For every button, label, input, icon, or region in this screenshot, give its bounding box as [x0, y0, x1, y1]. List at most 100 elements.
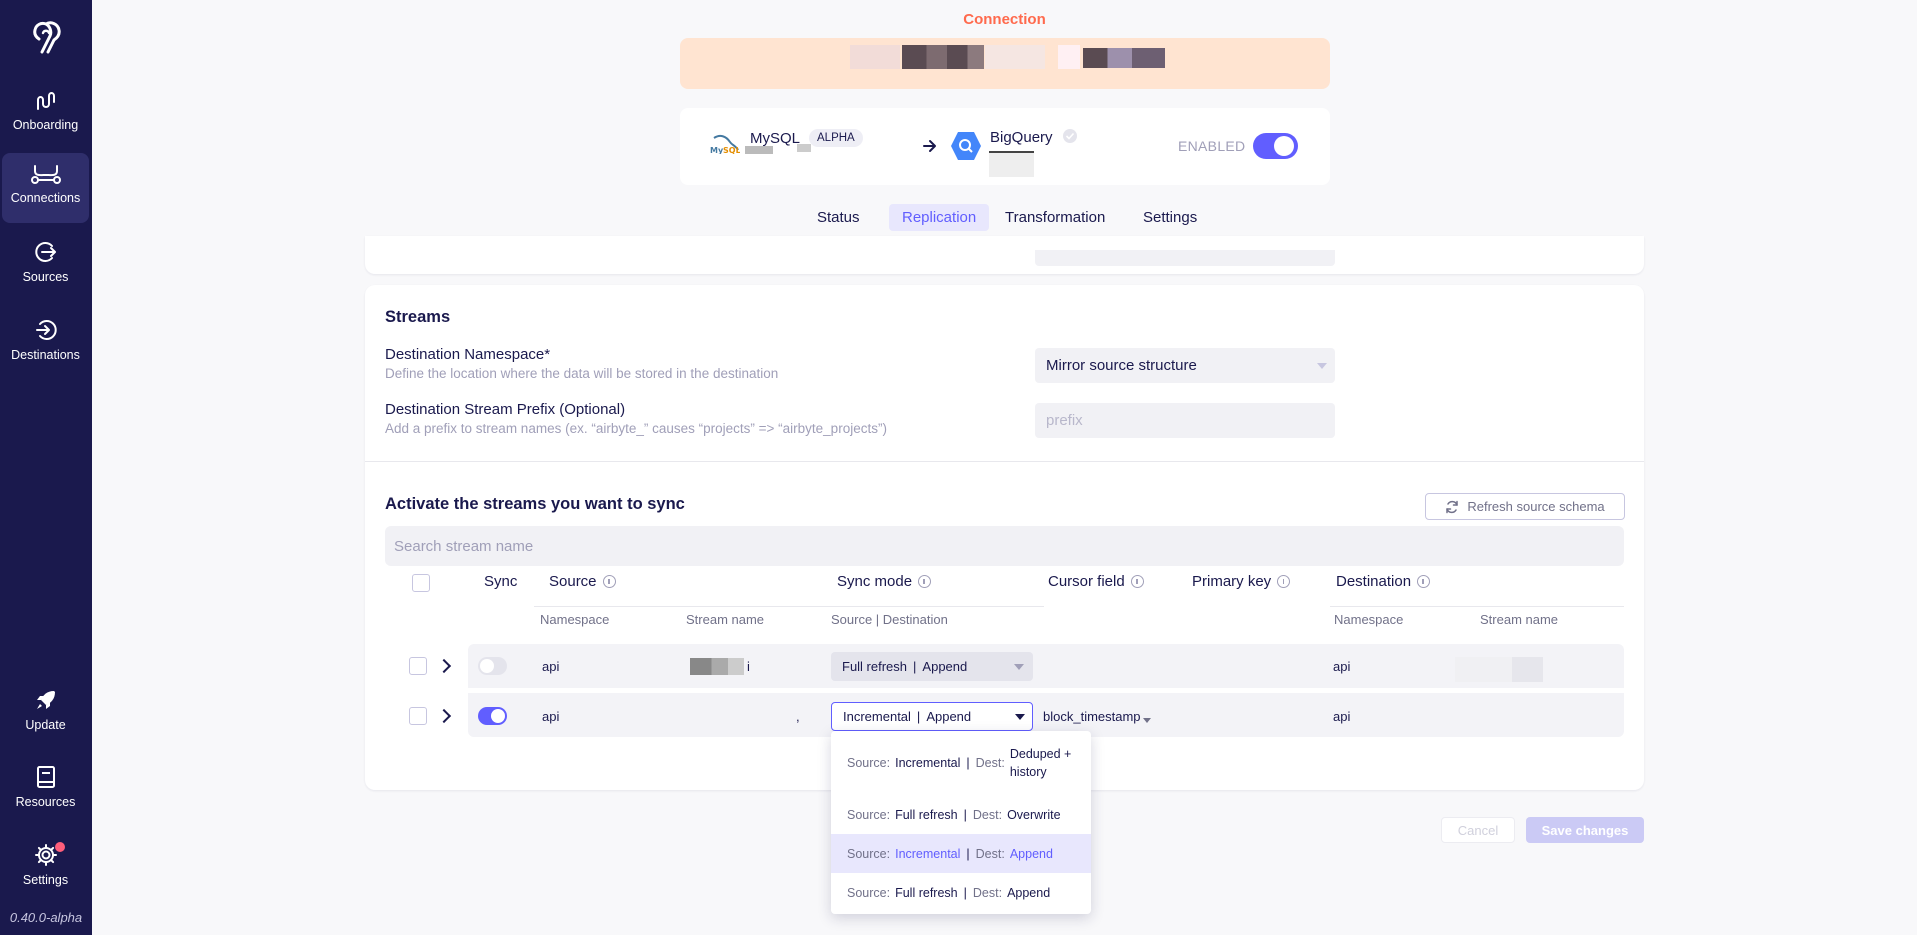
col-source: Source	[549, 573, 616, 590]
sidebar: Onboarding Connections Sources Update De…	[0, 0, 92, 935]
tab-transformation[interactable]: Transformation	[992, 204, 1118, 231]
row-checkbox[interactable]	[409, 707, 427, 725]
redacted-text	[989, 151, 1034, 177]
sync-mode-select[interactable]: Full refresh | Append	[831, 652, 1033, 681]
sidebar-item-label: Destinations	[11, 348, 80, 362]
notification-dot	[55, 842, 65, 852]
info-icon[interactable]	[602, 575, 616, 588]
redacted-name	[850, 45, 900, 69]
sidebar-item-label: Update	[25, 718, 66, 732]
sync-mode-select[interactable]: Incremental | Append	[831, 702, 1033, 731]
select-all-checkbox[interactable]	[412, 574, 430, 592]
tab-replication[interactable]: Replication	[889, 204, 990, 231]
col-sync-mode: Sync mode	[837, 573, 932, 590]
connections-icon	[30, 165, 61, 184]
book-icon	[36, 766, 55, 788]
col-destination: Destination	[1336, 573, 1431, 590]
row-checkbox[interactable]	[409, 657, 427, 675]
sidebar-item-label: Onboarding	[12, 118, 79, 132]
app-version: 0.40.0-alpha	[9, 910, 83, 925]
subcol-source-destination: Source | Destination	[831, 612, 948, 627]
enabled-toggle[interactable]	[1253, 133, 1298, 159]
redacted-name	[902, 45, 984, 69]
search-placeholder: Search stream name	[394, 537, 534, 555]
sources-icon	[34, 242, 56, 262]
col-cursor-field: Cursor field	[1048, 573, 1144, 590]
chevron-down-icon[interactable]	[1143, 718, 1151, 723]
redacted-stream-name	[690, 658, 744, 675]
prefix-input-placeholder: prefix	[1046, 412, 1083, 429]
namespace-select-value: Mirror source structure	[1046, 357, 1197, 374]
previous-settings-card	[365, 236, 1644, 274]
sync-mode-option-selected[interactable]: Source: Incremental | Dest: Append	[831, 834, 1091, 873]
cancel-button[interactable]: Cancel	[1441, 817, 1515, 843]
info-icon[interactable]	[918, 575, 932, 588]
sync-mode-option[interactable]: Source: Full refresh | Dest: Overwrite	[831, 795, 1091, 834]
namespace-label: Destination Namespace*	[385, 346, 551, 363]
row-namespace: api	[542, 709, 560, 724]
namespace-select[interactable]: Mirror source structure	[1035, 348, 1335, 383]
activate-title: Activate the streams you want to sync	[385, 495, 685, 513]
page-title: Connection	[963, 11, 1046, 28]
destination-name[interactable]: BigQuery	[990, 129, 1053, 146]
stream-search-input[interactable]: Search stream name	[385, 526, 1624, 566]
info-icon[interactable]	[1417, 575, 1431, 588]
check-circle-icon	[1063, 129, 1077, 143]
refresh-schema-button[interactable]: Refresh source schema	[1425, 493, 1625, 520]
redacted-dest-stream-name	[1455, 657, 1543, 682]
source-name[interactable]: MySQL	[750, 130, 800, 147]
chevron-down-icon	[1014, 664, 1024, 670]
destinations-icon	[35, 320, 57, 340]
redacted-text	[745, 146, 773, 154]
col-primary-key: Primary key	[1192, 573, 1291, 590]
sidebar-item-label: Resources	[15, 795, 76, 809]
sidebar-item-update[interactable]: Update	[2, 688, 89, 758]
chevron-down-icon	[1317, 363, 1327, 369]
row-dest-namespace: api	[1333, 709, 1351, 724]
sidebar-item-settings[interactable]: Settings	[2, 843, 89, 913]
table-row[interactable]	[468, 644, 1624, 688]
sync-mode-option[interactable]: Source: Full refresh | Dest: Append	[831, 873, 1091, 912]
svg-text:SQL: SQL	[723, 146, 740, 154]
col-sync: Sync	[484, 573, 518, 590]
sidebar-item-connections[interactable]: Connections	[2, 153, 89, 223]
alpha-badge: ALPHA	[809, 129, 863, 147]
prefix-input[interactable]: prefix	[1035, 403, 1335, 438]
connection-summary-card: My SQL MySQL ALPHA BigQuery ENABLED	[680, 108, 1330, 185]
sync-mode-option[interactable]: Source: Incremental | Dest: Deduped + hi…	[831, 731, 1091, 795]
sidebar-item-resources[interactable]: Resources	[2, 765, 89, 835]
stream-sync-toggle[interactable]	[478, 707, 507, 725]
streams-title: Streams	[385, 308, 451, 326]
info-icon[interactable]	[1130, 575, 1144, 588]
divider	[1330, 606, 1624, 607]
tab-settings[interactable]: Settings	[1130, 204, 1210, 231]
redacted-name	[1083, 48, 1165, 68]
svg-text:My: My	[710, 146, 724, 154]
tab-status[interactable]: Status	[804, 204, 873, 231]
row-cursor-field[interactable]: block_timestamp	[1043, 709, 1141, 724]
toggle-knob	[1274, 136, 1294, 156]
subcol-dest-stream-name: Stream name	[1480, 612, 1559, 627]
previous-field	[1035, 250, 1335, 266]
sync-mode-dropdown: Source: Incremental | Dest: Deduped + hi…	[831, 731, 1091, 914]
sidebar-item-label: Sources	[22, 270, 69, 284]
mysql-logo-icon: My SQL	[710, 134, 740, 154]
sidebar-item-label: Connections	[10, 191, 81, 205]
subcol-dest-namespace: Namespace	[1334, 612, 1404, 627]
row-stream-name: ,	[796, 709, 800, 724]
sidebar-item-sources[interactable]: Sources	[2, 240, 89, 310]
subcol-stream-name: Stream name	[686, 612, 765, 627]
divider	[365, 461, 1644, 462]
connection-name-bar	[680, 38, 1330, 89]
sidebar-item-label: Settings	[22, 873, 69, 887]
chevron-down-icon	[1015, 714, 1025, 720]
save-changes-button[interactable]: Save changes	[1526, 817, 1644, 843]
arrow-right-icon	[923, 140, 936, 152]
redacted-name	[1058, 45, 1080, 69]
stream-sync-toggle[interactable]	[478, 657, 507, 675]
sidebar-item-onboarding[interactable]: Onboarding	[2, 86, 89, 156]
onboarding-icon	[36, 92, 55, 110]
sidebar-item-destinations[interactable]: Update Destinations	[2, 318, 89, 388]
airbyte-logo-icon[interactable]	[28, 16, 64, 54]
info-icon[interactable]	[1277, 575, 1291, 588]
